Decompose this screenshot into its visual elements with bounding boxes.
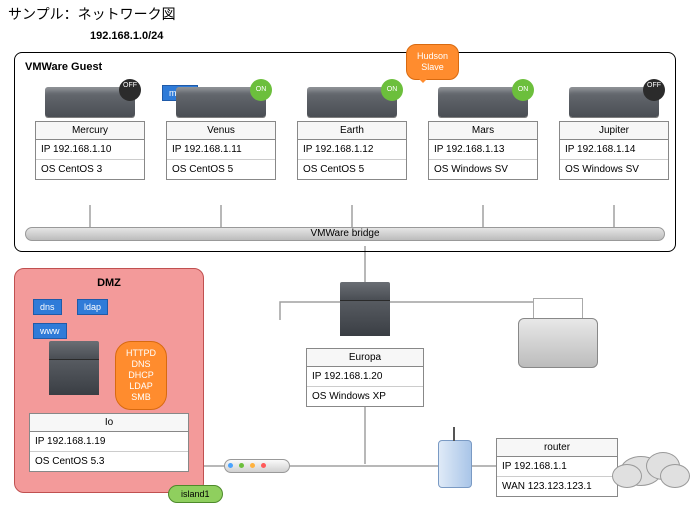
host-info: Mercury IP 192.168.1.10 OS CentOS 3 bbox=[35, 121, 145, 180]
host-os: OS Windows SV bbox=[560, 160, 668, 179]
host-info: Venus IP 192.168.1.11 OS CentOS 5 bbox=[166, 121, 276, 180]
dmz-label: DMZ bbox=[15, 277, 203, 289]
host-info: Europa IP 192.168.1.20 OS Windows XP bbox=[306, 348, 424, 407]
power-badge: OFF bbox=[643, 79, 665, 101]
host-os: OS CentOS 5 bbox=[298, 160, 406, 179]
server-blade-icon: OFF bbox=[569, 87, 659, 117]
host-os: OS CentOS 3 bbox=[36, 160, 144, 179]
host-name: router bbox=[497, 439, 617, 457]
vmware-bridge: VMWare bridge bbox=[25, 227, 665, 241]
dmz-group: DMZ dns ldap www HTTPD DNS DHCP LDAP SMB… bbox=[14, 268, 204, 493]
host-ip: IP 192.168.1.14 bbox=[560, 140, 668, 160]
host-os: OS CentOS 5 bbox=[167, 160, 275, 179]
sticky-ldap: ldap bbox=[77, 299, 108, 315]
dmz-host-io bbox=[39, 341, 109, 395]
power-badge: ON bbox=[250, 79, 272, 101]
server-blade-icon: ON bbox=[438, 87, 528, 117]
host-os: OS CentOS 5.3 bbox=[30, 452, 188, 471]
server-blade-icon: ON bbox=[176, 87, 266, 117]
pill-island1: island1 bbox=[168, 485, 223, 503]
host-name: Europa bbox=[307, 349, 423, 367]
vmware-guest-group: VMWare Guest OFF Mercury IP 192.168.1.10… bbox=[14, 52, 676, 252]
host-wan: WAN 123.123.123.1 bbox=[497, 477, 617, 496]
host-info: Earth IP 192.168.1.12 OS CentOS 5 bbox=[297, 121, 407, 180]
callout-hudson-slave: Hudson Slave bbox=[406, 44, 459, 80]
host-info: router IP 192.168.1.1 WAN 123.123.123.1 bbox=[496, 438, 618, 497]
host-name: Earth bbox=[298, 122, 406, 140]
sticky-dns: dns bbox=[33, 299, 62, 315]
guest-mercury: OFF Mercury IP 192.168.1.10 OS CentOS 3 bbox=[35, 87, 145, 180]
host-info: Io IP 192.168.1.19 OS CentOS 5.3 bbox=[29, 413, 189, 472]
host-ip: IP 192.168.1.20 bbox=[307, 367, 423, 387]
server-europa bbox=[330, 282, 400, 336]
host-ip: IP 192.168.1.10 bbox=[36, 140, 144, 160]
sticky-www: www bbox=[33, 323, 67, 339]
modem-icon bbox=[224, 459, 290, 473]
power-badge: OFF bbox=[119, 79, 141, 101]
server-blade-icon: OFF bbox=[45, 87, 135, 117]
server-tower-icon bbox=[340, 282, 390, 336]
guest-jupiter: OFF Jupiter IP 192.168.1.14 OS Windows S… bbox=[559, 87, 669, 180]
host-ip: IP 192.168.1.12 bbox=[298, 140, 406, 160]
host-name: Io bbox=[30, 414, 188, 432]
subnet-label: 192.168.1.0/24 bbox=[90, 30, 163, 42]
vmware-guest-label: VMWare Guest bbox=[25, 61, 102, 73]
guest-venus: mint1 ON Venus IP 192.168.1.11 OS CentOS… bbox=[166, 87, 276, 180]
host-name: Mercury bbox=[36, 122, 144, 140]
callout-services: HTTPD DNS DHCP LDAP SMB bbox=[115, 341, 167, 410]
server-blade-icon: ON bbox=[307, 87, 397, 117]
host-os: OS Windows XP bbox=[307, 387, 423, 406]
printer-icon bbox=[518, 298, 598, 368]
host-ip: IP 192.168.1.19 bbox=[30, 432, 188, 452]
power-badge: ON bbox=[381, 79, 403, 101]
host-name: Venus bbox=[167, 122, 275, 140]
guest-mars: ON Mars IP 192.168.1.13 OS Windows SV bbox=[428, 87, 538, 180]
guest-earth: ON Earth IP 192.168.1.12 OS CentOS 5 bbox=[297, 87, 407, 180]
host-info: Mars IP 192.168.1.13 OS Windows SV bbox=[428, 121, 538, 180]
router-icon bbox=[438, 440, 472, 488]
host-ip: IP 192.168.1.11 bbox=[167, 140, 275, 160]
host-os: OS Windows SV bbox=[429, 160, 537, 179]
host-ip: IP 192.168.1.1 bbox=[497, 457, 617, 477]
diagram-title: サンプル：ネットワーク図 bbox=[8, 4, 176, 24]
server-tower-icon bbox=[49, 341, 99, 395]
host-ip: IP 192.168.1.13 bbox=[429, 140, 537, 160]
cloud-icon bbox=[612, 442, 692, 492]
power-badge: ON bbox=[512, 79, 534, 101]
host-name: Mars bbox=[429, 122, 537, 140]
host-info: Jupiter IP 192.168.1.14 OS Windows SV bbox=[559, 121, 669, 180]
host-name: Jupiter bbox=[560, 122, 668, 140]
